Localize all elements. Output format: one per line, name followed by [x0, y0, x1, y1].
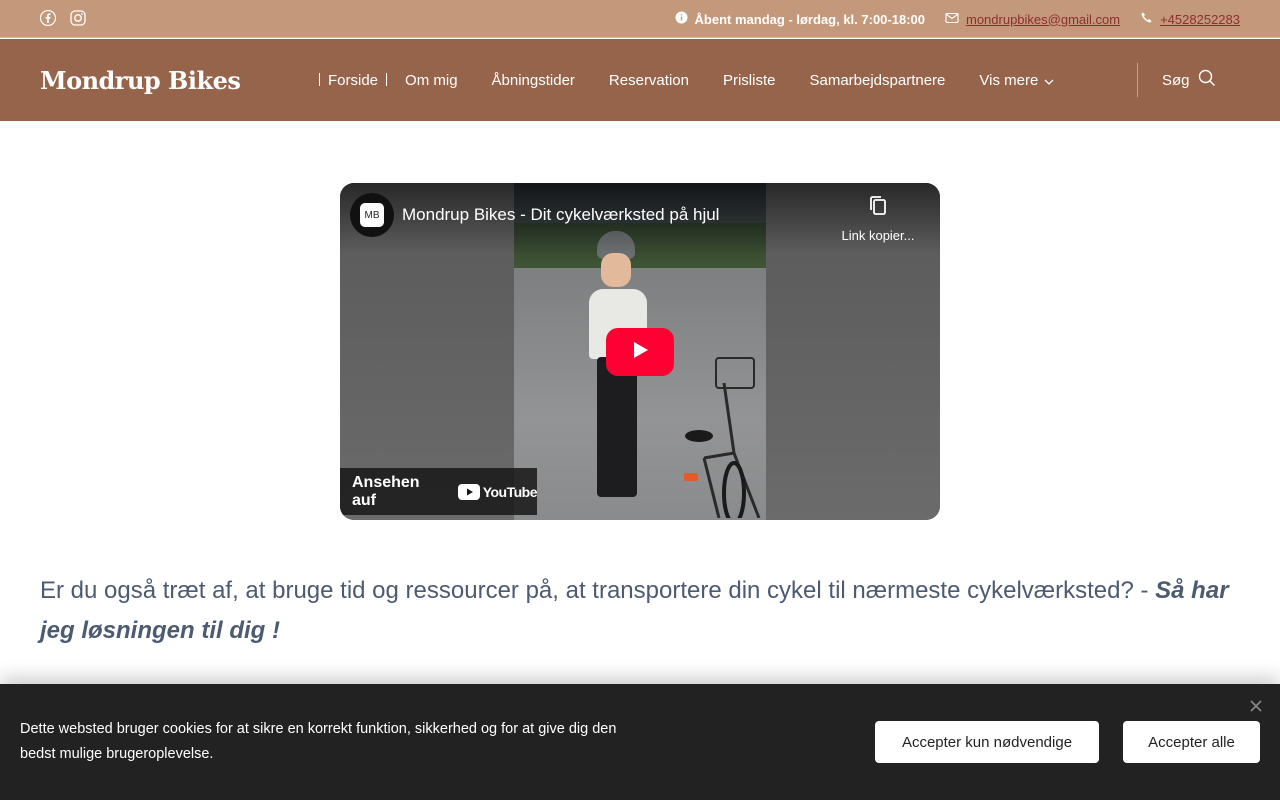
cookie-consent-bar: Dette websted bruger cookies for at sikr…: [0, 684, 1280, 800]
facebook-icon[interactable]: [39, 9, 57, 27]
main-nav: Forside Om mig Åbningstider Reservation …: [318, 39, 1071, 121]
chevron-down-icon: [1044, 72, 1054, 89]
instagram-icon[interactable]: [70, 10, 86, 26]
opening-hours: Åbent mandag - lørdag, kl. 7:00-18:00: [675, 11, 925, 27]
youtube-icon: [457, 483, 480, 500]
site-header: Mondrup Bikes Forside Om mig Åbningstide…: [0, 39, 1280, 121]
play-button[interactable]: [606, 328, 674, 376]
accept-all-button[interactable]: Accepter alle: [1123, 721, 1260, 763]
nav-item-prisliste[interactable]: Prisliste: [706, 39, 793, 121]
intro-text: Er du også træt af, at bruge tid og ress…: [40, 577, 1156, 604]
cookie-text: Dette websted bruger cookies for at sikr…: [20, 721, 617, 762]
site-logo[interactable]: Mondrup Bikes: [40, 66, 241, 95]
close-icon[interactable]: [1248, 698, 1264, 714]
watch-label: Ansehen auf: [352, 473, 420, 509]
channel-avatar[interactable]: MB: [350, 193, 394, 237]
search-icon: [1198, 69, 1216, 91]
mail-icon: [945, 12, 959, 27]
nav-item-vis-mere[interactable]: Vis mere: [962, 39, 1071, 121]
info-icon: [675, 11, 688, 27]
intro-paragraph: Er du også træt af, at bruge tid og ress…: [40, 571, 1240, 651]
opening-hours-text: Åbent mandag - lørdag, kl. 7:00-18:00: [694, 11, 925, 27]
vis-mere-label: Vis mere: [979, 71, 1039, 89]
youtube-logo: YouTube: [457, 483, 538, 500]
search-button[interactable]: Søg: [1162, 39, 1216, 121]
contact-info: Åbent mandag - lørdag, kl. 7:00-18:00 mo…: [675, 0, 1240, 38]
search-label: Søg: [1162, 71, 1190, 89]
email-contact: mondrupbikes@gmail.com: [945, 12, 1120, 27]
social-links: [39, 9, 86, 27]
watch-on-youtube-button[interactable]: Ansehen auf YouTube: [340, 468, 538, 515]
nav-item-samarbejdspartnere[interactable]: Samarbejdspartnere: [792, 39, 962, 121]
youtube-video-embed[interactable]: MB Mondrup Bikes - Dit cykelværksted på …: [340, 183, 940, 520]
nav-item-om-mig[interactable]: Om mig: [388, 39, 475, 121]
play-icon: [630, 340, 650, 365]
nav-item-abningstider[interactable]: Åbningstider: [475, 39, 592, 121]
copy-link-button[interactable]: Link kopier...: [836, 195, 920, 243]
channel-badge: MB: [360, 203, 384, 227]
phone-icon: [1140, 11, 1153, 27]
nav-item-forside[interactable]: Forside: [318, 39, 388, 121]
youtube-wordmark: YouTube: [482, 483, 538, 500]
video-title[interactable]: Mondrup Bikes - Dit cykelværksted på hju…: [402, 205, 719, 225]
accept-necessary-button[interactable]: Accepter kun nødvendige: [875, 721, 1099, 763]
bicycle-illustration: [684, 357, 761, 518]
copy-icon: [868, 196, 888, 221]
header-divider: [1137, 63, 1138, 97]
phone-contact: +4528252283: [1140, 11, 1240, 27]
phone-link[interactable]: +4528252283: [1160, 12, 1240, 27]
copy-link-label: Link kopier...: [841, 228, 915, 243]
top-bar: Åbent mandag - lørdag, kl. 7:00-18:00 mo…: [0, 0, 1280, 38]
nav-item-reservation[interactable]: Reservation: [592, 39, 706, 121]
email-link[interactable]: mondrupbikes@gmail.com: [966, 12, 1120, 27]
